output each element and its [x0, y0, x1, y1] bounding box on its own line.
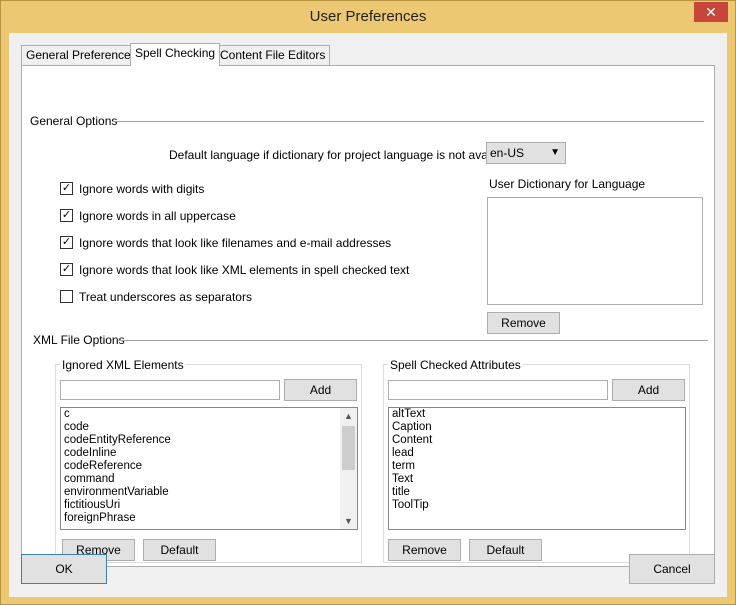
attribute-input[interactable]: [388, 380, 608, 400]
list-item[interactable]: term: [389, 460, 685, 473]
ignored-elements-default-button[interactable]: Default: [143, 539, 216, 561]
user-preferences-window: User Preferences ✕ General Preferences S…: [0, 0, 736, 605]
checkbox-label-ignore-digits: Ignore words with digits: [79, 182, 205, 196]
list-item[interactable]: c: [61, 408, 357, 421]
checkbox-label-underscores-separators: Treat underscores as separators: [79, 290, 252, 304]
ignored-element-input[interactable]: [60, 380, 280, 400]
list-item[interactable]: command: [61, 473, 357, 486]
user-dictionary-remove-button[interactable]: Remove: [487, 312, 560, 334]
list-item[interactable]: lead: [389, 447, 685, 460]
list-item[interactable]: foreignPhrase: [61, 512, 357, 525]
list-item[interactable]: fictitiousUri: [61, 499, 357, 512]
ignored-xml-elements-label: Ignored XML Elements: [60, 358, 186, 372]
default-language-value: en-US: [490, 146, 525, 160]
close-icon[interactable]: ✕: [694, 2, 728, 22]
checkbox-label-ignore-xml-elements: Ignore words that look like XML elements…: [79, 263, 410, 277]
attributes-default-button[interactable]: Default: [469, 539, 542, 561]
title-bar[interactable]: User Preferences ✕: [1, 1, 735, 33]
checkbox-ignore-filenames[interactable]: ✓: [60, 236, 73, 249]
spell-checked-attributes-label: Spell Checked Attributes: [388, 358, 523, 372]
tab-general-preferences[interactable]: General Preferences: [21, 45, 142, 65]
attribute-add-button[interactable]: Add: [612, 379, 685, 401]
checkbox-label-ignore-uppercase: Ignore words in all uppercase: [79, 209, 236, 223]
window-title: User Preferences: [309, 8, 427, 25]
checkbox-underscores-separators[interactable]: [60, 290, 73, 303]
ignored-elements-list[interactable]: c code codeEntityReference codeInline co…: [60, 407, 358, 530]
general-options-header: General Options: [30, 114, 118, 128]
xml-file-options-header: XML File Options: [33, 333, 125, 347]
checkbox-label-ignore-filenames: Ignore words that look like filenames an…: [79, 236, 392, 250]
user-dictionary-label: User Dictionary for Language: [489, 177, 646, 191]
chevron-down-icon: ▼: [550, 147, 560, 158]
checkbox-ignore-digits[interactable]: ✓: [60, 182, 73, 195]
scroll-up-icon[interactable]: ▲: [340, 408, 357, 424]
tab-content-file-editors[interactable]: Content File Editors: [215, 45, 331, 65]
ignored-element-add-button[interactable]: Add: [284, 379, 357, 401]
list-item[interactable]: Text: [389, 473, 685, 486]
spell-checked-attributes-list[interactable]: altText Caption Content lead term Text t…: [388, 407, 686, 530]
cancel-button[interactable]: Cancel: [629, 554, 715, 584]
ok-button[interactable]: OK: [21, 554, 107, 584]
list-item[interactable]: Content: [389, 434, 685, 447]
ignored-elements-scrollbar[interactable]: ▲ ▼: [340, 408, 357, 529]
xml-file-options-divider: [118, 340, 708, 341]
list-item[interactable]: code: [61, 421, 357, 434]
list-item[interactable]: environmentVariable: [61, 486, 357, 499]
default-language-select[interactable]: en-US ▼: [486, 142, 566, 164]
list-item[interactable]: Caption: [389, 421, 685, 434]
list-item[interactable]: codeEntityReference: [61, 434, 357, 447]
attributes-remove-button[interactable]: Remove: [388, 539, 461, 561]
spell-checking-panel: General Options Default language if dict…: [21, 65, 715, 567]
scroll-thumb[interactable]: [342, 426, 355, 470]
tab-spell-checking[interactable]: Spell Checking: [130, 43, 221, 66]
user-dictionary-list[interactable]: [487, 197, 703, 305]
checkbox-ignore-uppercase[interactable]: ✓: [60, 209, 73, 222]
list-item[interactable]: codeReference: [61, 460, 357, 473]
list-item[interactable]: altText: [389, 408, 685, 421]
scroll-down-icon[interactable]: ▼: [340, 513, 357, 529]
list-item[interactable]: codeInline: [61, 447, 357, 460]
checkbox-ignore-xml-elements[interactable]: ✓: [60, 263, 73, 276]
dialog-client-area: General Preferences Spell Checking Conte…: [9, 33, 727, 597]
list-item[interactable]: title: [389, 486, 685, 499]
default-language-label: Default language if dictionary for proje…: [169, 148, 516, 162]
general-options-divider: [112, 121, 704, 122]
list-item[interactable]: ToolTip: [389, 499, 685, 512]
